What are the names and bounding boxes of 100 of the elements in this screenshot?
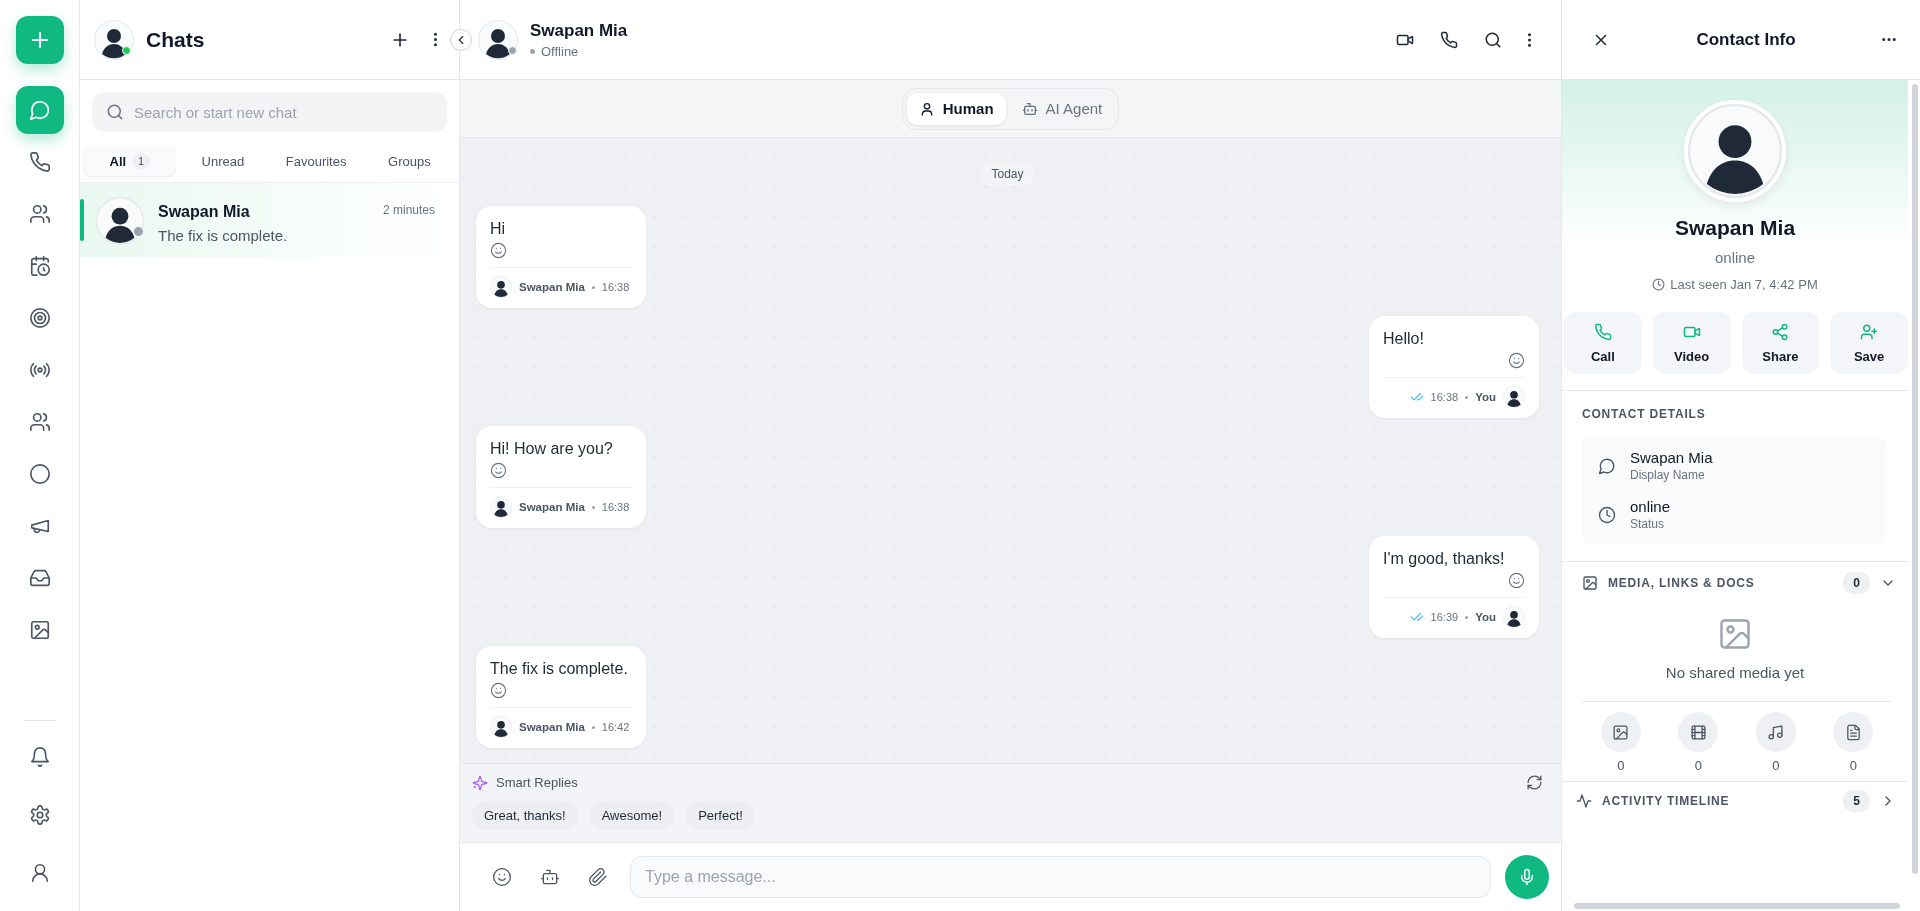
phone-icon — [1440, 30, 1458, 49]
contact-avatar — [96, 197, 144, 245]
smart-reply-chip[interactable]: Perfect! — [686, 801, 755, 830]
chat-time: 2 minutes — [382, 203, 435, 219]
count-badge: 0 — [1843, 572, 1870, 594]
bot-icon — [540, 867, 560, 887]
chat-icon — [28, 99, 51, 121]
filter-tab[interactable]: All 1 — [84, 146, 176, 176]
chat-icon — [1598, 456, 1616, 475]
users-icon — [28, 411, 51, 433]
smiley-icon — [490, 462, 507, 479]
voice-message-button[interactable] — [1505, 855, 1549, 899]
quick-action-button[interactable]: Call — [1564, 312, 1642, 374]
calendar-clock-icon — [28, 255, 51, 277]
media-filter-button[interactable] — [1678, 712, 1719, 752]
sender-avatar — [490, 716, 512, 738]
sender-avatar — [490, 276, 512, 298]
user-plus-icon — [1860, 322, 1879, 341]
inbox-icon — [28, 567, 51, 589]
detail-value: Swapan Mia — [1630, 449, 1713, 466]
react-button[interactable] — [1508, 352, 1525, 369]
media-filter-button[interactable] — [1833, 712, 1874, 752]
count-badge: 5 — [1843, 790, 1870, 812]
clock-icon — [1652, 278, 1666, 291]
smiley-icon — [492, 867, 512, 887]
message-text: Hello! — [1383, 329, 1424, 349]
more-icon — [434, 32, 437, 47]
smart-replies-title: Smart Replies — [496, 775, 579, 790]
scrollbar[interactable] — [1912, 84, 1918, 874]
react-button[interactable] — [1508, 572, 1525, 589]
sender-name: Swapan Mia — [519, 281, 585, 293]
phone-icon — [28, 151, 51, 173]
activity-icon — [1576, 793, 1592, 809]
filter-tab[interactable]: Groups — [363, 146, 455, 176]
media-filter-button[interactable] — [1755, 712, 1796, 752]
message-text: Hi! How are you? — [490, 439, 614, 459]
contact-name: Swapan Mia — [530, 20, 629, 41]
quick-action-button[interactable]: Save — [1830, 312, 1908, 374]
users-icon — [28, 203, 51, 225]
film-icon — [1689, 723, 1707, 741]
smiley-icon — [1508, 572, 1525, 589]
smiley-icon — [1508, 352, 1525, 369]
bot-icon — [1021, 100, 1038, 117]
message-preview: The fix is complete. — [158, 227, 289, 244]
phone-icon — [1593, 322, 1612, 341]
share-icon — [1771, 322, 1790, 341]
empty-state-text: No shared media yet — [1665, 664, 1805, 681]
target-icon — [28, 307, 51, 329]
more-icon — [1882, 38, 1896, 41]
contact-avatar — [478, 19, 518, 60]
media-count: 0 — [1617, 758, 1625, 773]
message-text: Hi — [490, 219, 507, 239]
media-count: 0 — [1849, 758, 1857, 773]
more-button[interactable] — [1882, 38, 1896, 41]
filter-tab[interactable]: Unread — [177, 146, 269, 176]
message-time: 16:38 — [601, 501, 630, 513]
panel-title: Contact Info — [1695, 29, 1797, 50]
settings-icon — [28, 804, 51, 826]
quick-action-button[interactable]: Share — [1741, 312, 1820, 374]
contact-name: Swapan Mia — [158, 203, 250, 221]
profile-avatar — [94, 19, 134, 60]
message-text: The fix is complete. — [490, 659, 629, 679]
notifications-icon — [28, 746, 51, 768]
message-input[interactable]: Type a message... — [630, 856, 1491, 898]
sender-name: Swapan Mia — [519, 501, 585, 513]
search-field[interactable]: Search or start new chat — [92, 92, 447, 132]
image-icon — [1612, 723, 1630, 741]
mode-tab[interactable]: Human — [906, 92, 1006, 125]
detail-label: Display Name — [1630, 468, 1706, 482]
section-heading: CONTACT DETAILS — [1582, 407, 1707, 421]
paperclip-icon — [588, 867, 608, 887]
detail-value: online — [1630, 498, 1671, 515]
filter-tab[interactable]: Favourites — [270, 146, 362, 176]
message-time: 16:39 — [1430, 611, 1459, 623]
message-time: 16:38 — [1430, 391, 1459, 403]
smart-reply-chip[interactable]: Awesome! — [589, 801, 675, 830]
mode-tab[interactable]: AI Agent — [1009, 92, 1115, 125]
document-icon — [1844, 723, 1862, 741]
message-time: 16:38 — [601, 281, 630, 293]
contact-status: Offline — [541, 43, 579, 59]
message-time: 16:42 — [601, 721, 630, 733]
detail-label: Status — [1630, 517, 1666, 531]
sender-name: You — [1475, 611, 1496, 623]
scrollbar[interactable] — [1574, 903, 1900, 909]
refresh-button[interactable] — [1526, 774, 1543, 791]
smart-reply-chip[interactable]: Great, thanks! — [472, 801, 578, 830]
more-icon — [1528, 32, 1531, 47]
quick-action-button[interactable]: Video — [1652, 312, 1731, 374]
sender-avatar — [1503, 606, 1525, 628]
media-count: 0 — [1694, 758, 1702, 773]
media-filter-button[interactable] — [1600, 712, 1641, 752]
circle-icon — [28, 463, 51, 485]
search-icon — [1484, 30, 1502, 49]
media-count: 0 — [1772, 758, 1780, 773]
clock-icon — [1598, 505, 1616, 524]
contact-status: online — [1714, 249, 1755, 266]
count-badge: 1 — [132, 153, 150, 169]
section-heading: MEDIA, LINKS & DOCS — [1608, 576, 1756, 590]
sender-avatar — [1503, 386, 1525, 408]
date-label: Today — [981, 162, 1034, 186]
